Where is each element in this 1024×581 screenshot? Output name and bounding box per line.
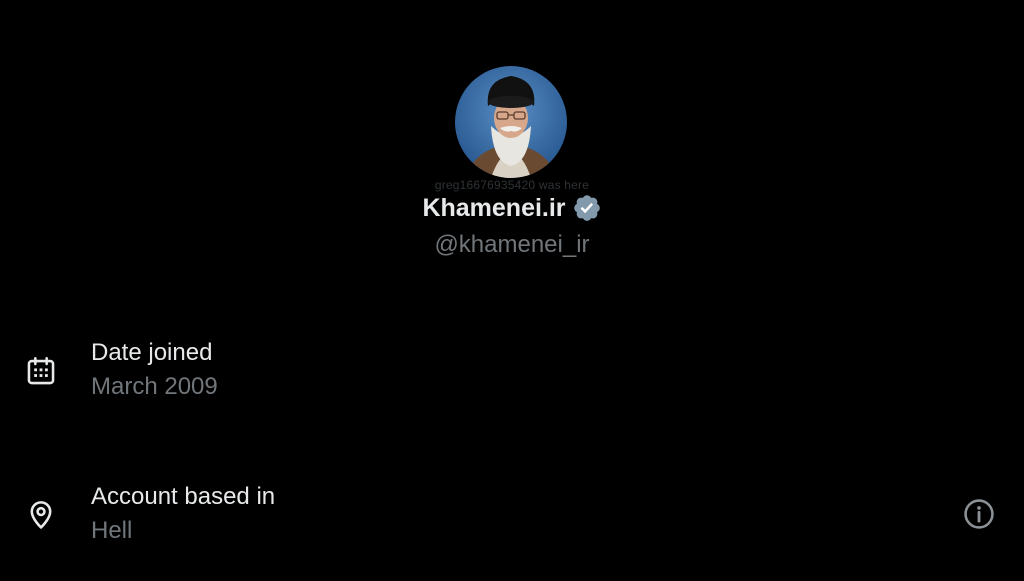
calendar-icon: [27, 356, 55, 385]
avatar[interactable]: [455, 66, 567, 178]
date-joined-label: Date joined: [91, 339, 213, 366]
handle[interactable]: @khamenei_ir: [0, 231, 1024, 259]
date-joined-row: Date joined March 2009: [0, 336, 1024, 406]
avatar-image: [455, 66, 567, 178]
location-pin-icon: [30, 501, 52, 529]
display-name[interactable]: Khamenei.ir: [422, 194, 565, 223]
account-about-page: greg16676935420 was here Khamenei.ir @kh…: [0, 0, 1024, 581]
date-joined-value: March 2009: [91, 373, 218, 400]
account-based-in-value: Hell: [91, 517, 133, 544]
account-based-in-label: Account based in: [91, 483, 276, 510]
display-name-row: Khamenei.ir: [0, 193, 1024, 223]
verified-badge-icon[interactable]: [572, 193, 602, 223]
info-icon[interactable]: [962, 497, 996, 531]
watermark-text: greg16676935420 was here: [434, 178, 590, 192]
account-based-in-row: Account based in Hell: [0, 480, 1024, 550]
